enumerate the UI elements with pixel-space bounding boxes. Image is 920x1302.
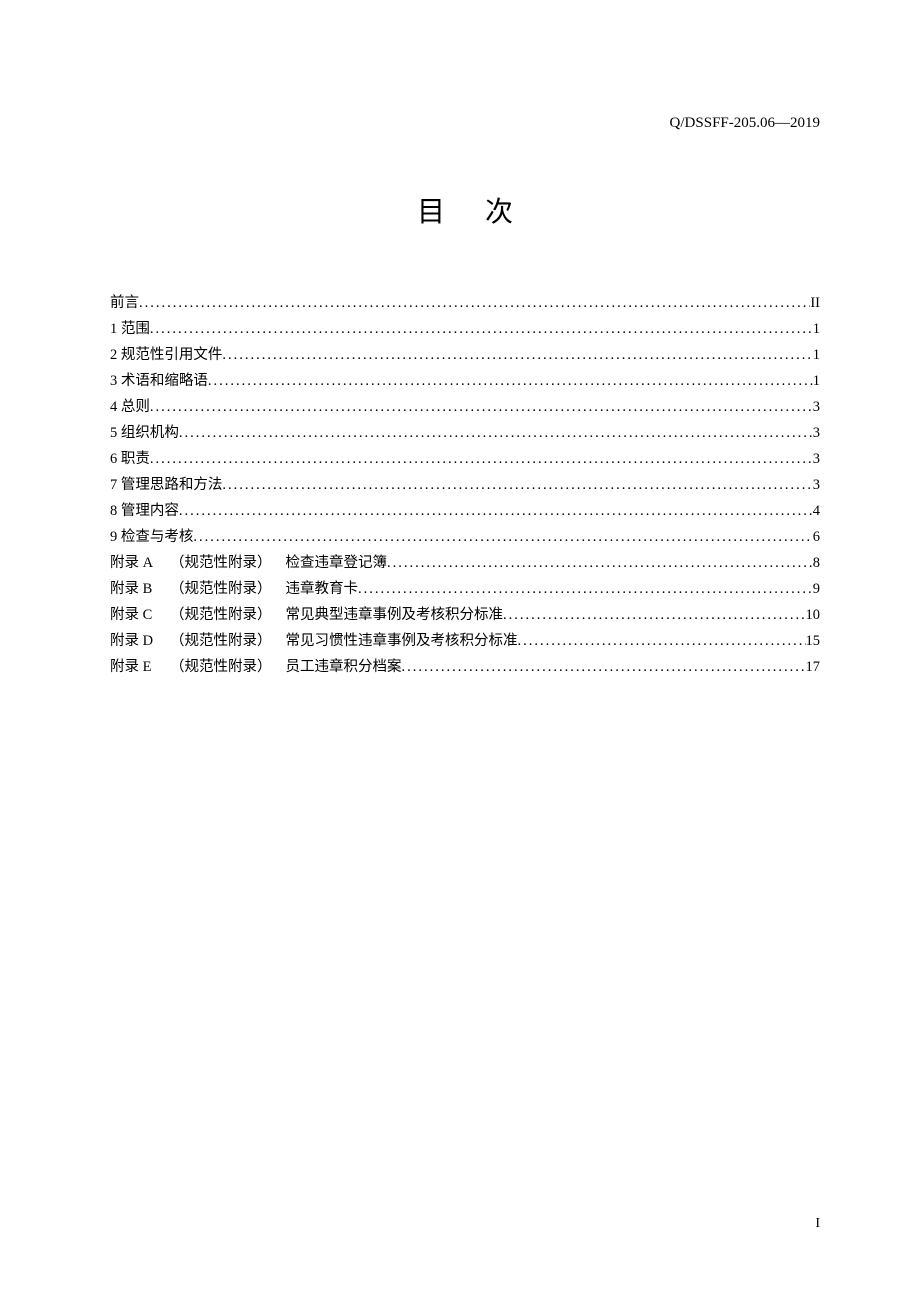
toc-dots (150, 446, 813, 472)
toc-label: 8 管理内容 (110, 498, 179, 524)
appendix-prefix: 附录 B (110, 576, 170, 602)
appendix-entry: 附录 B （规范性附录） 违章教育卡 9 (110, 576, 820, 602)
toc-page: 9 (813, 576, 820, 602)
appendix-title: 违章教育卡 (286, 576, 359, 602)
toc-dots (387, 550, 813, 576)
toc-label: 5 组织机构 (110, 420, 179, 446)
table-of-contents: 前言 II 1 范围 1 2 规范性引用文件 1 3 术语和缩略语 1 4 总则… (110, 290, 820, 680)
toc-label: 2 规范性引用文件 (110, 342, 222, 368)
toc-entry: 8 管理内容 4 (110, 498, 820, 524)
toc-page: 10 (806, 602, 821, 628)
toc-entry: 前言 II (110, 290, 820, 316)
appendix-type: （规范性附录） (170, 550, 272, 576)
appendix-title: 常见典型违章事例及考核积分标准 (286, 602, 504, 628)
document-code: Q/DSSFF-205.06—2019 (670, 115, 820, 132)
toc-page: 8 (813, 550, 820, 576)
appendix-title: 员工违章积分档案 (286, 654, 402, 680)
toc-dots (222, 342, 812, 368)
appendix-entry: 附录 C （规范性附录） 常见典型违章事例及考核积分标准 10 (110, 602, 820, 628)
page-number: I (815, 1216, 820, 1232)
toc-dots (518, 628, 806, 654)
appendix-title: 检查违章登记簿 (286, 550, 388, 576)
toc-page: 1 (813, 368, 820, 394)
appendix-entry: 附录 A （规范性附录） 检查违章登记簿 8 (110, 550, 820, 576)
appendix-prefix: 附录 E (110, 654, 170, 680)
toc-label: 前言 (110, 290, 139, 316)
toc-page: 4 (813, 498, 820, 524)
toc-dots (358, 576, 813, 602)
toc-page: 17 (806, 654, 821, 680)
document-page: Q/DSSFF-205.06—2019 目次 前言 II 1 范围 1 2 规范… (0, 0, 920, 1302)
toc-dots (222, 472, 812, 498)
appendix-type: （规范性附录） (170, 602, 272, 628)
toc-page: 3 (813, 446, 820, 472)
toc-dots (208, 368, 813, 394)
toc-page: 3 (813, 472, 820, 498)
toc-label: 9 检查与考核 (110, 524, 193, 550)
appendix-title: 常见习惯性违章事例及考核积分标准 (286, 628, 518, 654)
toc-page: 3 (813, 420, 820, 446)
toc-dots (402, 654, 806, 680)
toc-label: 3 术语和缩略语 (110, 368, 208, 394)
toc-entry: 7 管理思路和方法 3 (110, 472, 820, 498)
toc-dots (139, 290, 810, 316)
toc-entry: 6 职责 3 (110, 446, 820, 472)
appendix-entry: 附录 E （规范性附录） 员工违章积分档案 17 (110, 654, 820, 680)
toc-entry: 2 规范性引用文件 1 (110, 342, 820, 368)
appendix-type: （规范性附录） (170, 654, 272, 680)
toc-label: 4 总则 (110, 394, 150, 420)
toc-dots (503, 602, 806, 628)
toc-page: II (810, 290, 820, 316)
toc-entry: 3 术语和缩略语 1 (110, 368, 820, 394)
toc-entry: 4 总则 3 (110, 394, 820, 420)
toc-title: 目次 (110, 190, 820, 230)
toc-label: 6 职责 (110, 446, 150, 472)
toc-dots (193, 524, 812, 550)
toc-dots (150, 394, 813, 420)
toc-page: 1 (813, 342, 820, 368)
toc-page: 3 (813, 394, 820, 420)
appendix-entry: 附录 D （规范性附录） 常见习惯性违章事例及考核积分标准 15 (110, 628, 820, 654)
toc-label: 7 管理思路和方法 (110, 472, 222, 498)
appendix-type: （规范性附录） (170, 576, 272, 602)
toc-label: 1 范围 (110, 316, 150, 342)
appendix-prefix: 附录 A (110, 550, 170, 576)
toc-entry: 1 范围 1 (110, 316, 820, 342)
toc-entry: 5 组织机构 3 (110, 420, 820, 446)
toc-dots (150, 316, 813, 342)
toc-entry: 9 检查与考核 6 (110, 524, 820, 550)
toc-dots (179, 420, 813, 446)
toc-page: 15 (806, 628, 821, 654)
appendix-prefix: 附录 C (110, 602, 170, 628)
toc-dots (179, 498, 813, 524)
appendix-type: （规范性附录） (170, 628, 272, 654)
appendix-prefix: 附录 D (110, 628, 170, 654)
toc-page: 6 (813, 524, 820, 550)
toc-page: 1 (813, 316, 820, 342)
